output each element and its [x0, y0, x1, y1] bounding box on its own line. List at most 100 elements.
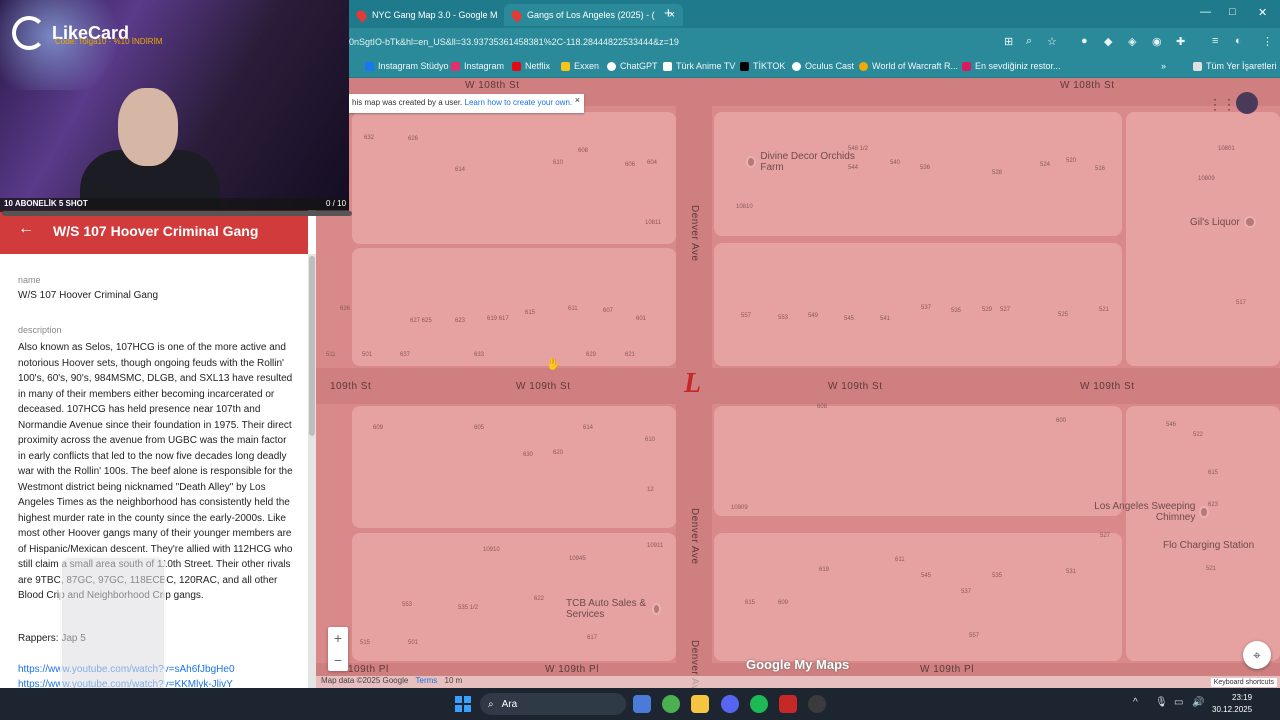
subscriber-goal-label: 10 ABONELİK 5 SHOT [4, 199, 88, 208]
discord-app-icon[interactable] [721, 695, 739, 713]
house-number: 611 [895, 557, 905, 563]
street-label: W 108th St [1060, 80, 1115, 91]
extension-icon[interactable]: ● [1081, 35, 1088, 47]
tray-expand-icon[interactable]: ^ [1133, 697, 1138, 708]
house-number: 545 [921, 573, 932, 579]
close-notice-icon[interactable]: × [575, 95, 580, 105]
taskbar-clock[interactable]: 23:19 30.12.2025 [1212, 692, 1252, 716]
keyboard-shortcuts-link[interactable]: Keyboard shortcuts [1210, 678, 1277, 687]
map-profile-avatar[interactable] [1236, 92, 1258, 114]
house-number: 614 [455, 167, 466, 173]
extension-icon[interactable]: ◆ [1104, 35, 1112, 48]
house-number: 515 [360, 640, 371, 646]
bookmark-star-icon[interactable]: ☆ [1047, 35, 1057, 48]
bookmark-turk-anime-tv[interactable]: Türk Anime TV [663, 61, 735, 71]
likecard-icon [12, 16, 46, 50]
bookmark-oculus-cast[interactable]: Oculus Cast [792, 61, 854, 71]
extension-icon[interactable]: ◉ [1152, 35, 1162, 48]
bookmarks-overflow-button[interactable]: » [1161, 61, 1166, 71]
volume-icon[interactable]: 🔊 [1192, 697, 1204, 708]
house-number: 636 [340, 306, 351, 312]
bookmark-netflix[interactable]: Netflix [512, 61, 550, 71]
back-arrow-icon[interactable]: ← [18, 220, 34, 238]
poi-divine-decor[interactable]: Divine Decor Orchids Farm [746, 151, 856, 173]
maximize-button[interactable]: □ [1229, 6, 1236, 18]
house-number: 501 [362, 352, 373, 358]
subscriber-goal-count: 0 / 10 [326, 199, 347, 208]
house-number: 10810 [736, 204, 753, 210]
close-window-button[interactable]: ✕ [1258, 6, 1267, 19]
bookmark-tiktok[interactable]: TİKTOK [740, 61, 785, 71]
city-block [714, 533, 1122, 661]
all-bookmarks-folder[interactable]: Tüm Yer İşaretleri [1193, 61, 1277, 71]
profile-avatar-icon[interactable]: ◐ [1235, 35, 1242, 47]
bookmark-chatgpt[interactable]: ChatGPT [607, 61, 658, 71]
poi-la-sweeping-chimney[interactable]: Los Angeles Sweeping Chimney [1094, 501, 1209, 523]
house-number: 617 [587, 635, 598, 641]
street-label: W 109th St [828, 381, 883, 392]
extension-icon[interactable]: ◈ [1128, 35, 1136, 48]
google-my-maps-logo: Google My Maps [746, 657, 850, 672]
house-number: 537 [921, 305, 932, 311]
translate-icon[interactable]: ⊞ [1004, 35, 1013, 48]
media-icon[interactable]: ≡ [1212, 35, 1218, 47]
network-icon[interactable]: ▭ [1174, 697, 1183, 708]
microphone-icon[interactable]: 🎙 [1155, 697, 1168, 708]
house-number: 615 [1208, 470, 1219, 476]
new-tab-button[interactable]: + [664, 5, 673, 22]
house-number: 606 [625, 162, 636, 168]
tab-label: Gangs of Los Angeles (2025) - ( [527, 10, 655, 20]
chatgpt-icon [607, 61, 616, 71]
house-number: 608 [817, 404, 828, 410]
extensions-puzzle-icon[interactable]: ✚ [1176, 35, 1185, 48]
house-number: 609 [778, 600, 789, 606]
gang-territory-marker[interactable]: L [684, 368, 701, 400]
city-block [714, 112, 1122, 236]
house-number: 520 [1066, 158, 1077, 164]
windows-start-icon[interactable] [455, 696, 471, 712]
house-number: 549 [808, 313, 819, 319]
file-explorer-icon[interactable] [691, 695, 709, 713]
tab-nyc-gang-map[interactable]: NYC Gang Map 3.0 - Google M × [349, 4, 526, 26]
menu-dots-icon[interactable]: ⋮ [1262, 35, 1273, 48]
bookmark-instagram[interactable]: Instagram [451, 61, 504, 71]
poi-gils-liquor[interactable]: Gil's Liquor [1190, 216, 1256, 228]
map-pin-icon [509, 7, 524, 23]
folder-icon [1193, 61, 1202, 71]
zoom-out-button[interactable]: − [328, 649, 348, 671]
hand-cursor-icon: ✋ [546, 357, 561, 371]
house-number: 521 [1206, 566, 1217, 572]
taskbar-search[interactable]: ⌕ Ara [480, 693, 626, 715]
chrome-app-icon[interactable] [662, 695, 680, 713]
zoom-in-button[interactable]: + [328, 627, 348, 649]
scrollbar-thumb[interactable] [309, 256, 315, 436]
house-number: 10945 [569, 556, 586, 562]
house-number: 535 [951, 308, 962, 314]
tab-gangs-of-la[interactable]: Gangs of Los Angeles (2025) - ( × [504, 4, 684, 26]
user-map-notice: his map was created by a user. Learn how… [349, 94, 584, 113]
map-scale: 10 m [444, 676, 463, 685]
house-number: 621 [625, 352, 636, 358]
poi-flo-charging[interactable]: Flo Charging Station [1163, 540, 1254, 551]
zoom-icon[interactable]: ⌕ [1026, 35, 1032, 48]
city-block [1126, 406, 1280, 661]
recenter-icon[interactable]: ⌖ [1243, 641, 1271, 669]
minimize-button[interactable]: — [1200, 6, 1211, 18]
create-map-link[interactable]: Learn how to create your own. [465, 98, 573, 107]
liquor-pin-icon [1243, 216, 1256, 228]
bookmark-restaurants[interactable]: En sevdiğiniz restor... [962, 61, 1061, 71]
taskview-app-icon[interactable] [633, 695, 651, 713]
voice-app-icon[interactable] [779, 695, 797, 713]
instagram-studio-icon [365, 61, 374, 71]
terms-link[interactable]: Terms [416, 676, 438, 685]
house-number: 541 [880, 316, 891, 322]
poi-tcb-auto[interactable]: TCB Auto Sales & Services [566, 598, 661, 620]
steam-app-icon[interactable] [808, 695, 826, 713]
house-number: 527 [1000, 307, 1011, 313]
spotify-app-icon[interactable] [750, 695, 768, 713]
bookmark-exxen[interactable]: Exxen [561, 61, 599, 71]
url-field[interactable]: 0nSgtIO-bTk&hl=en_US&ll=33.9373536145838… [349, 37, 679, 47]
bookmark-world-of-warcraft[interactable]: World of Warcraft R... [859, 61, 958, 71]
house-number: 553 [402, 602, 413, 608]
bookmark-instagram-studio[interactable]: Instagram Stüdyo [365, 61, 449, 71]
